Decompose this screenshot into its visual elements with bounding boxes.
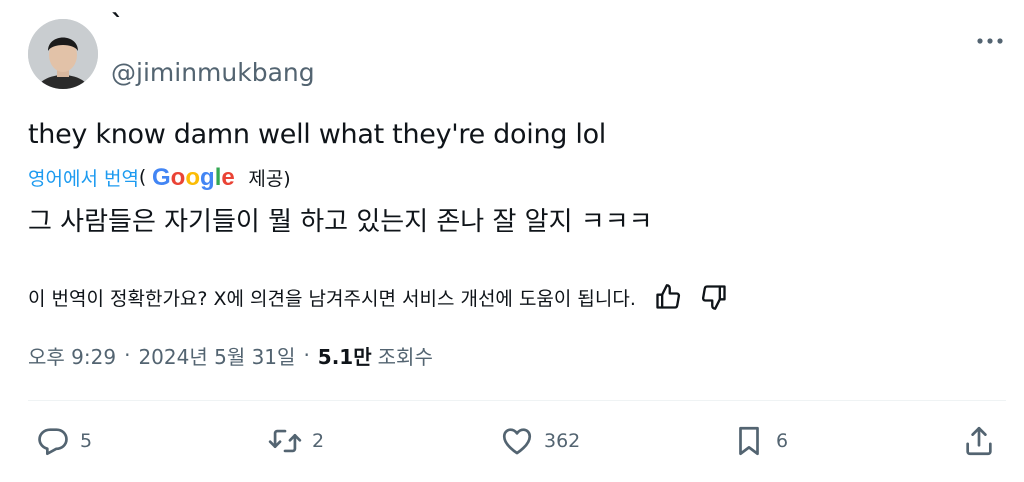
meta-separator-2: ·	[303, 343, 310, 367]
like-button[interactable]: 362	[500, 422, 580, 460]
reply-icon	[38, 428, 68, 456]
translated-text: 그 사람들은 자기들이 뭘 하고 있는지 존나 잘 알지 ㅋㅋㅋ	[28, 207, 653, 237]
bookmark-count: 6	[776, 430, 789, 452]
views-label: 조회수	[377, 344, 433, 369]
thumbs-down-icon[interactable]	[700, 283, 728, 311]
reply-count: 5	[80, 430, 93, 452]
feedback-prompt: 이 번역이 정확한가요? X에 의견을 남겨주시면 서비스 개선에 도움이 됩니…	[28, 287, 636, 310]
tweet-date[interactable]: 2024년 5월 31일	[138, 341, 295, 370]
avatar[interactable]	[28, 19, 98, 89]
tweet-text: they know damn well what they're doing l…	[28, 119, 606, 150]
tweet-meta: 오후 9:29 · 2024년 5월 31일 · 5.1만 조회수	[28, 338, 433, 372]
like-count: 362	[544, 430, 581, 452]
share-button[interactable]	[962, 422, 996, 460]
bookmark-button[interactable]: 6	[732, 422, 788, 460]
thumbs-up-icon[interactable]	[654, 283, 682, 311]
translate-link[interactable]: 영어에서 번역	[28, 164, 139, 191]
divider	[28, 400, 1006, 401]
like-icon	[502, 428, 532, 455]
meta-separator: ·	[124, 343, 131, 367]
display-name[interactable]: `	[111, 8, 124, 42]
provided-label: 제공)	[248, 167, 291, 190]
google-logo: Google	[152, 164, 235, 190]
tweet-time[interactable]: 오후 9:29	[28, 341, 116, 370]
open-paren: (	[138, 166, 147, 188]
reply-button[interactable]: 5	[36, 422, 92, 460]
translation-feedback: 이 번역이 정확한가요? X에 의견을 남겨주시면 서비스 개선에 도움이 됩니…	[28, 280, 728, 314]
bookmark-icon	[739, 426, 759, 456]
svg-text:Google: Google	[152, 164, 235, 190]
retweet-button[interactable]: 2	[268, 422, 324, 460]
retweet-count: 2	[312, 430, 325, 452]
user-handle[interactable]: @jiminmukbang	[111, 56, 315, 90]
more-options-icon[interactable]	[975, 32, 1005, 44]
views-count[interactable]: 5.1만	[318, 341, 372, 370]
retweet-icon	[268, 429, 302, 453]
share-icon	[966, 426, 992, 456]
translation-attribution: 영어에서 번역 ( Google 제공)	[28, 160, 291, 194]
